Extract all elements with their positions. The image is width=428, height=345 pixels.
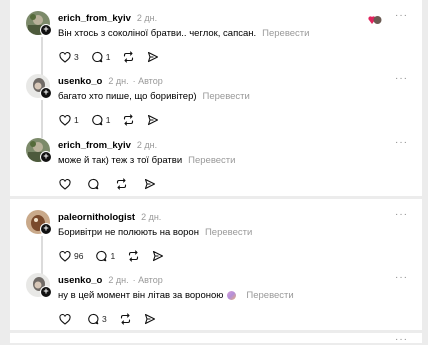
- send-icon: [153, 250, 164, 262]
- reply-post: + erich_from_kyiv 2 дн. ··· Він хтось з …: [10, 0, 422, 63]
- follow-plus-icon[interactable]: +: [40, 24, 52, 36]
- more-options-icon[interactable]: ···: [395, 273, 408, 283]
- repost-button[interactable]: [122, 114, 135, 126]
- translate-link[interactable]: Перевести: [203, 91, 250, 102]
- author-tag: · Автор: [132, 76, 163, 86]
- reply-button[interactable]: [87, 178, 99, 190]
- translate-link[interactable]: Перевести: [246, 290, 293, 301]
- post-text: ну в цей момент він літав за вороною: [58, 290, 224, 301]
- share-button[interactable]: [147, 114, 159, 126]
- like-button[interactable]: 1: [59, 114, 79, 126]
- username[interactable]: usenko_o: [58, 76, 102, 87]
- repost-icon: [120, 313, 130, 325]
- share-button[interactable]: [152, 250, 164, 262]
- reply-count: 1: [110, 251, 116, 261]
- more-options-icon[interactable]: ···: [395, 210, 408, 220]
- like-button[interactable]: [59, 178, 71, 190]
- reply-count: 1: [105, 115, 111, 125]
- send-icon: [144, 178, 156, 190]
- send-icon: [148, 51, 159, 63]
- heart-icon: [59, 178, 71, 190]
- like-button[interactable]: 3: [59, 51, 79, 63]
- like-count: 3: [74, 52, 79, 62]
- repost-icon: [124, 51, 134, 63]
- reply-thread-2: + paleornithologist 2 дн. ··· Боривітри …: [10, 199, 422, 330]
- timestamp: 2 дн.: [136, 13, 158, 23]
- more-options-icon[interactable]: ···: [395, 11, 408, 21]
- follow-plus-icon[interactable]: +: [40, 87, 52, 99]
- emoji-icon: [227, 291, 237, 300]
- reply-count: 3: [102, 314, 107, 324]
- repost-icon: [129, 250, 139, 262]
- reply-thread-3: ···: [10, 333, 422, 345]
- send-icon: [144, 313, 155, 325]
- comment-icon: [91, 51, 103, 63]
- avatar[interactable]: +: [26, 11, 52, 36]
- heart-icon: [59, 114, 71, 126]
- repost-icon: [124, 114, 134, 126]
- timestamp: 2 дн.: [108, 275, 129, 285]
- timestamp: 2 дн.: [141, 212, 162, 222]
- reply-post: + erich_from_kyiv 2 дн. ··· може й так) …: [10, 127, 422, 190]
- username[interactable]: erich_from_kyiv: [58, 13, 131, 24]
- comment-icon: [91, 114, 103, 126]
- send-icon: [148, 114, 159, 126]
- reply-button[interactable]: 1: [91, 51, 111, 63]
- follow-plus-icon[interactable]: +: [40, 286, 52, 298]
- username[interactable]: paleornithologist: [58, 212, 135, 223]
- more-options-icon[interactable]: ···: [395, 335, 408, 345]
- heart-icon: [59, 313, 71, 325]
- like-button[interactable]: 96: [59, 250, 84, 262]
- avatar[interactable]: +: [26, 138, 52, 163]
- reply-post: + paleornithologist 2 дн. ··· Боривітри …: [10, 199, 422, 262]
- avatar[interactable]: +: [26, 74, 52, 99]
- share-button[interactable]: [144, 313, 156, 325]
- comment-icon: [88, 313, 99, 325]
- more-options-icon[interactable]: ···: [395, 138, 408, 148]
- post-text: Боривітри не полюють на ворон: [58, 227, 199, 238]
- reply-count: 1: [105, 52, 111, 62]
- reply-button[interactable]: 1: [95, 250, 115, 262]
- repost-icon: [116, 178, 127, 190]
- share-button[interactable]: [147, 51, 159, 63]
- translate-link[interactable]: Перевести: [188, 155, 235, 166]
- repost-button[interactable]: [127, 250, 140, 262]
- comment-icon: [96, 250, 107, 262]
- reply-button[interactable]: 3: [87, 313, 107, 325]
- avatar[interactable]: +: [26, 273, 52, 298]
- reply-post: + usenko_o 2 дн. · Автор ··· ну в цей мо…: [10, 262, 422, 325]
- translate-link[interactable]: Перевести: [262, 28, 309, 39]
- share-button[interactable]: [144, 178, 156, 190]
- repost-button[interactable]: [115, 178, 128, 190]
- post-text: багато хто пише, що боривітер): [58, 91, 197, 102]
- like-button[interactable]: [59, 313, 71, 325]
- avatar[interactable]: +: [26, 210, 52, 235]
- heart-icon: [59, 250, 71, 262]
- reply-button[interactable]: 1: [91, 114, 111, 126]
- reaction-icon: [368, 12, 382, 30]
- username[interactable]: usenko_o: [58, 275, 102, 286]
- timestamp: 2 дн.: [136, 140, 158, 150]
- like-count: 96: [74, 251, 84, 261]
- follow-plus-icon[interactable]: +: [40, 151, 52, 163]
- heart-icon: [59, 51, 71, 63]
- username[interactable]: erich_from_kyiv: [58, 140, 131, 151]
- comment-icon: [88, 178, 99, 190]
- post-text: може й так) теж з тої братви: [58, 155, 183, 166]
- more-options-icon[interactable]: ···: [395, 74, 408, 84]
- reply-post: + usenko_o 2 дн. · Автор ··· багато хто …: [10, 63, 422, 126]
- repost-button[interactable]: [119, 313, 132, 325]
- repost-button[interactable]: [122, 51, 135, 63]
- author-tag: · Автор: [132, 275, 163, 285]
- follow-plus-icon[interactable]: +: [40, 223, 52, 235]
- timestamp: 2 дн.: [108, 76, 129, 86]
- translate-link[interactable]: Перевести: [205, 227, 252, 238]
- reply-thread-1: + erich_from_kyiv 2 дн. ··· Він хтось з …: [10, 0, 422, 196]
- post-text: Він хтось з соколіної братви.. чеглок, с…: [58, 28, 257, 39]
- like-count: 1: [74, 115, 79, 125]
